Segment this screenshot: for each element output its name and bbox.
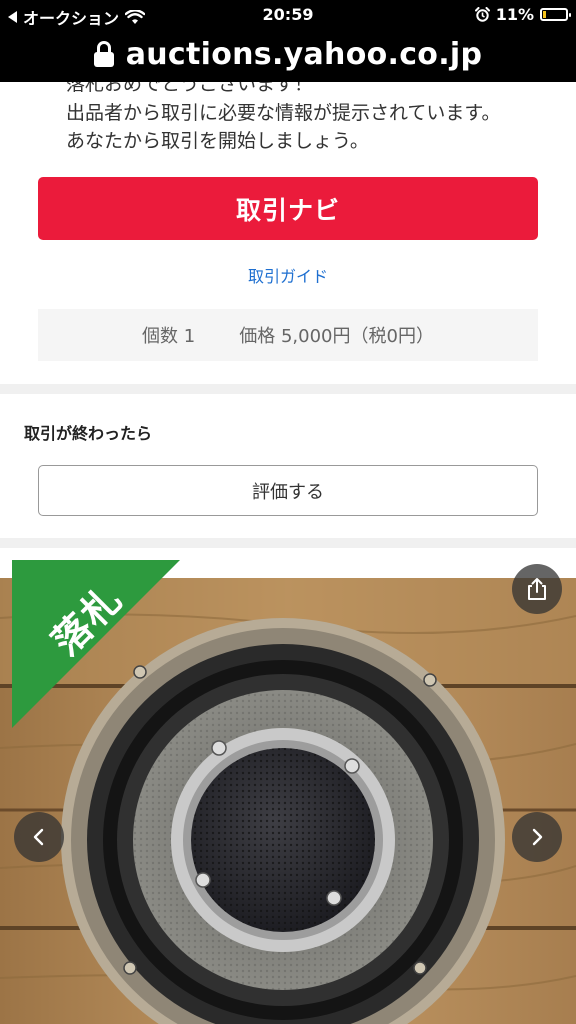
message-line-3: あなたから取引を開始しましょう。 [66, 130, 369, 152]
message-line-2: 出品者から取引に必要な情報が提示されています。 [66, 101, 501, 124]
status-right: 11% [474, 5, 571, 24]
share-icon [528, 578, 546, 600]
status-bar: オークション 20:59 11% [0, 0, 576, 30]
battery-icon [540, 8, 571, 21]
win-message: 落札おめでとうございます！ 出品者から取引に必要な情報が提示されています。 あな… [66, 70, 501, 156]
share-button[interactable] [512, 564, 562, 614]
section-divider [0, 538, 576, 548]
quantity-text: 個数 1 [142, 326, 196, 347]
alarm-icon [474, 7, 490, 22]
url-bar[interactable]: auctions.yahoo.co.jp [0, 32, 576, 76]
chevron-left-icon [33, 828, 44, 846]
chevron-right-icon [532, 828, 543, 846]
review-heading: 取引が終わったら [24, 424, 153, 443]
lock-icon [93, 41, 114, 67]
url-text: auctions.yahoo.co.jp [125, 36, 483, 72]
section-divider [0, 384, 576, 394]
prev-image-button[interactable] [14, 812, 64, 862]
next-image-button[interactable] [512, 812, 562, 862]
purchase-summary: 個数 1 価格 5,000円（税0円） [38, 309, 538, 361]
price-text: 価格 5,000円（税0円） [239, 326, 434, 347]
battery-percent: 11% [495, 5, 534, 24]
transaction-navi-button[interactable]: 取引ナビ [38, 177, 538, 240]
browser-top-bar: オークション 20:59 11% auctions.yahoo.co.jp [0, 0, 576, 82]
transaction-guide-link[interactable]: 取引ガイド [0, 263, 576, 287]
review-button[interactable]: 評価する [38, 465, 538, 516]
